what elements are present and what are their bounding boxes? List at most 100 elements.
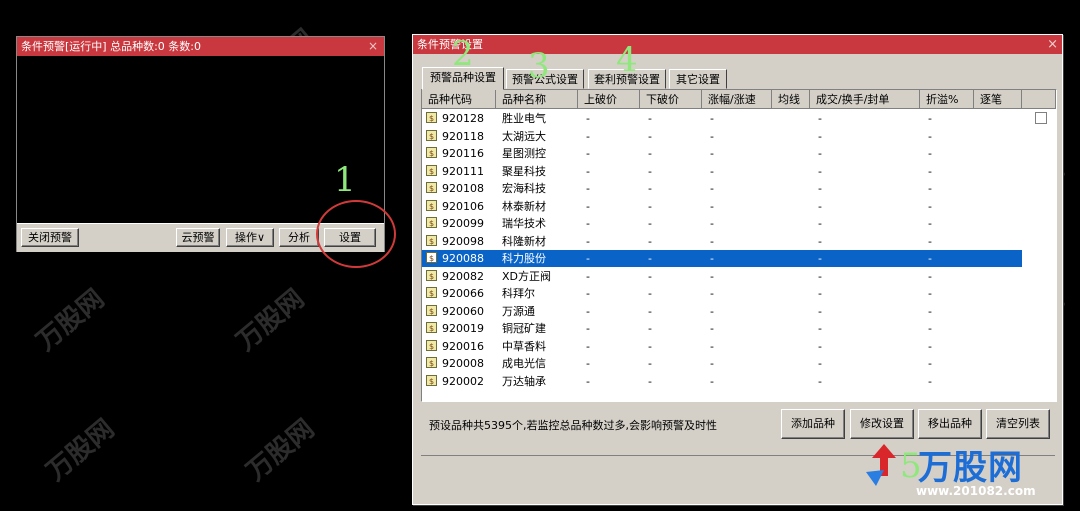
empty-value: - — [818, 164, 822, 178]
table-row[interactable]: $920008 成电光信 - - - - - — [422, 355, 1022, 372]
empty-value: - — [586, 252, 590, 265]
watermark-logo: 万股网 — [41, 413, 121, 487]
table-row[interactable]: $920082 XD方正阀 - - - - - — [422, 268, 1022, 285]
cloud-alert-button[interactable]: 云预警 — [176, 228, 220, 247]
empty-value: - — [710, 182, 714, 195]
column-header[interactable]: 均线 — [772, 90, 810, 109]
column-header[interactable]: 折溢% — [920, 90, 974, 109]
empty-value: - — [648, 234, 652, 248]
table-row[interactable]: $920060 万源通 - - - - - — [422, 303, 1022, 320]
table-row[interactable]: $920111 聚星科技 - - - - - — [422, 163, 1022, 180]
empty-value: - — [586, 217, 590, 230]
close-alert-button[interactable]: 关闭预警 — [21, 228, 79, 247]
clear-list-button[interactable]: 清空列表 — [986, 409, 1050, 439]
table-row[interactable]: $920016 中草香料 - - - - - — [422, 338, 1022, 355]
empty-value: - — [710, 269, 714, 283]
symbol-code: 920106 — [442, 199, 484, 213]
table-row[interactable]: $920019 铜冠矿建 - - - - - — [422, 320, 1022, 337]
alert-window-title: 条件预警[运行中] 总品种数:0 条数:0 — [21, 40, 201, 53]
empty-value: - — [818, 304, 822, 318]
operation-menu-button[interactable]: 操作∨ — [226, 228, 274, 247]
empty-value: - — [818, 112, 822, 125]
stock-icon: $ — [426, 374, 437, 386]
empty-value: - — [710, 252, 714, 265]
symbol-name: 林泰新材 — [502, 199, 546, 213]
modify-settings-button[interactable]: 修改设置 — [850, 409, 914, 439]
column-header[interactable]: 品种代码 — [422, 90, 496, 109]
table-row[interactable]: $920118 太湖远大 - - - - - — [422, 128, 1022, 145]
tab-arbitrage-settings[interactable]: 套利预警设置 — [588, 69, 666, 89]
settings-dialog: 条件预警设置 × 预警品种设置 预警公式设置 套利预警设置 其它设置 品种代码 … — [412, 34, 1063, 505]
symbol-code: 920111 — [442, 164, 484, 178]
stock-icon: $ — [426, 199, 437, 211]
empty-value: - — [710, 199, 714, 213]
empty-value: - — [710, 112, 714, 125]
empty-value: - — [586, 269, 590, 283]
tab-other-settings[interactable]: 其它设置 — [669, 69, 727, 89]
symbol-code: 920108 — [442, 182, 484, 195]
empty-value: - — [586, 304, 590, 318]
highlight-circle — [316, 200, 396, 268]
stock-icon: $ — [426, 322, 437, 333]
empty-value: - — [818, 322, 822, 335]
empty-value: - — [928, 129, 932, 143]
settings-dialog-titlebar[interactable]: 条件预警设置 × — [413, 35, 1062, 54]
table-row[interactable]: $920108 宏海科技 - - - - - — [422, 180, 1022, 197]
empty-value: - — [586, 287, 590, 300]
empty-value: - — [710, 164, 714, 178]
symbol-code: 920116 — [442, 147, 484, 160]
tab-formula-settings[interactable]: 预警公式设置 — [506, 69, 584, 89]
symbol-name: 科力股份 — [502, 252, 546, 265]
symbol-list[interactable]: 品种代码 品种名称 上破价 下破价 涨幅/涨速 均线 成交/换手/封单 折溢% … — [421, 89, 1057, 402]
empty-value: - — [586, 182, 590, 195]
column-header[interactable]: 下破价 — [640, 90, 702, 109]
table-row[interactable]: $920116 星图测控 - - - - - — [422, 145, 1022, 162]
empty-value: - — [710, 357, 714, 370]
column-header[interactable]: 成交/换手/封单 — [810, 90, 920, 109]
brand-arrow-icon — [866, 444, 896, 486]
empty-value: - — [818, 252, 822, 265]
column-header[interactable]: 涨幅/涨速 — [702, 90, 772, 109]
stock-icon: $ — [426, 252, 437, 263]
symbol-name: 万源通 — [502, 304, 535, 318]
tab-symbol-settings[interactable]: 预警品种设置 — [422, 67, 504, 90]
stock-icon: $ — [426, 129, 437, 141]
symbol-name: 科隆新材 — [502, 234, 546, 248]
empty-value: - — [818, 269, 822, 283]
empty-value: - — [928, 374, 932, 388]
alert-window-titlebar[interactable]: 条件预警[运行中] 总品种数:0 条数:0 × — [17, 37, 384, 56]
table-row[interactable]: $920066 科拜尔 - - - - - — [422, 285, 1022, 302]
table-row[interactable]: $920002 万达轴承 - - - - - — [422, 373, 1022, 390]
remove-symbol-button[interactable]: 移出品种 — [918, 409, 982, 439]
table-row[interactable]: $920128 胜业电气 - - - - - — [422, 110, 1022, 127]
empty-value: - — [648, 199, 652, 213]
table-row[interactable]: $920099 瑞华技术 - - - - - — [422, 215, 1022, 232]
table-row[interactable]: $920106 林泰新材 - - - - - — [422, 198, 1022, 215]
table-row[interactable]: $920098 科隆新材 - - - - - — [422, 233, 1022, 250]
column-header[interactable]: 逐笔 — [974, 90, 1022, 109]
symbol-code: 920008 — [442, 357, 484, 370]
empty-value: - — [710, 129, 714, 143]
select-all-checkbox[interactable] — [1035, 112, 1047, 124]
symbol-code: 920002 — [442, 374, 484, 388]
empty-value: - — [928, 269, 932, 283]
brand-url: www.201082.com — [916, 484, 1036, 498]
symbol-name: 太湖远大 — [502, 129, 546, 143]
symbol-name: 瑞华技术 — [502, 217, 546, 230]
brand-name: 万股网 — [918, 448, 1023, 488]
empty-value: - — [648, 339, 652, 353]
close-icon[interactable]: × — [1047, 35, 1058, 54]
stock-icon: $ — [426, 234, 437, 246]
empty-value: - — [928, 112, 932, 125]
stock-icon: $ — [426, 339, 437, 351]
symbol-code: 920099 — [442, 217, 484, 230]
analysis-button[interactable]: 分析 — [279, 228, 319, 247]
table-row[interactable]: $920088 科力股份 - - - - - — [422, 250, 1022, 267]
close-icon[interactable]: × — [368, 37, 378, 56]
add-symbol-button[interactable]: 添加品种 — [781, 409, 845, 439]
column-header[interactable]: 上破价 — [578, 90, 640, 109]
empty-value: - — [928, 339, 932, 353]
column-header[interactable]: 品种名称 — [496, 90, 578, 109]
empty-value: - — [648, 304, 652, 318]
watermark-logo: 万股网 — [231, 283, 311, 357]
